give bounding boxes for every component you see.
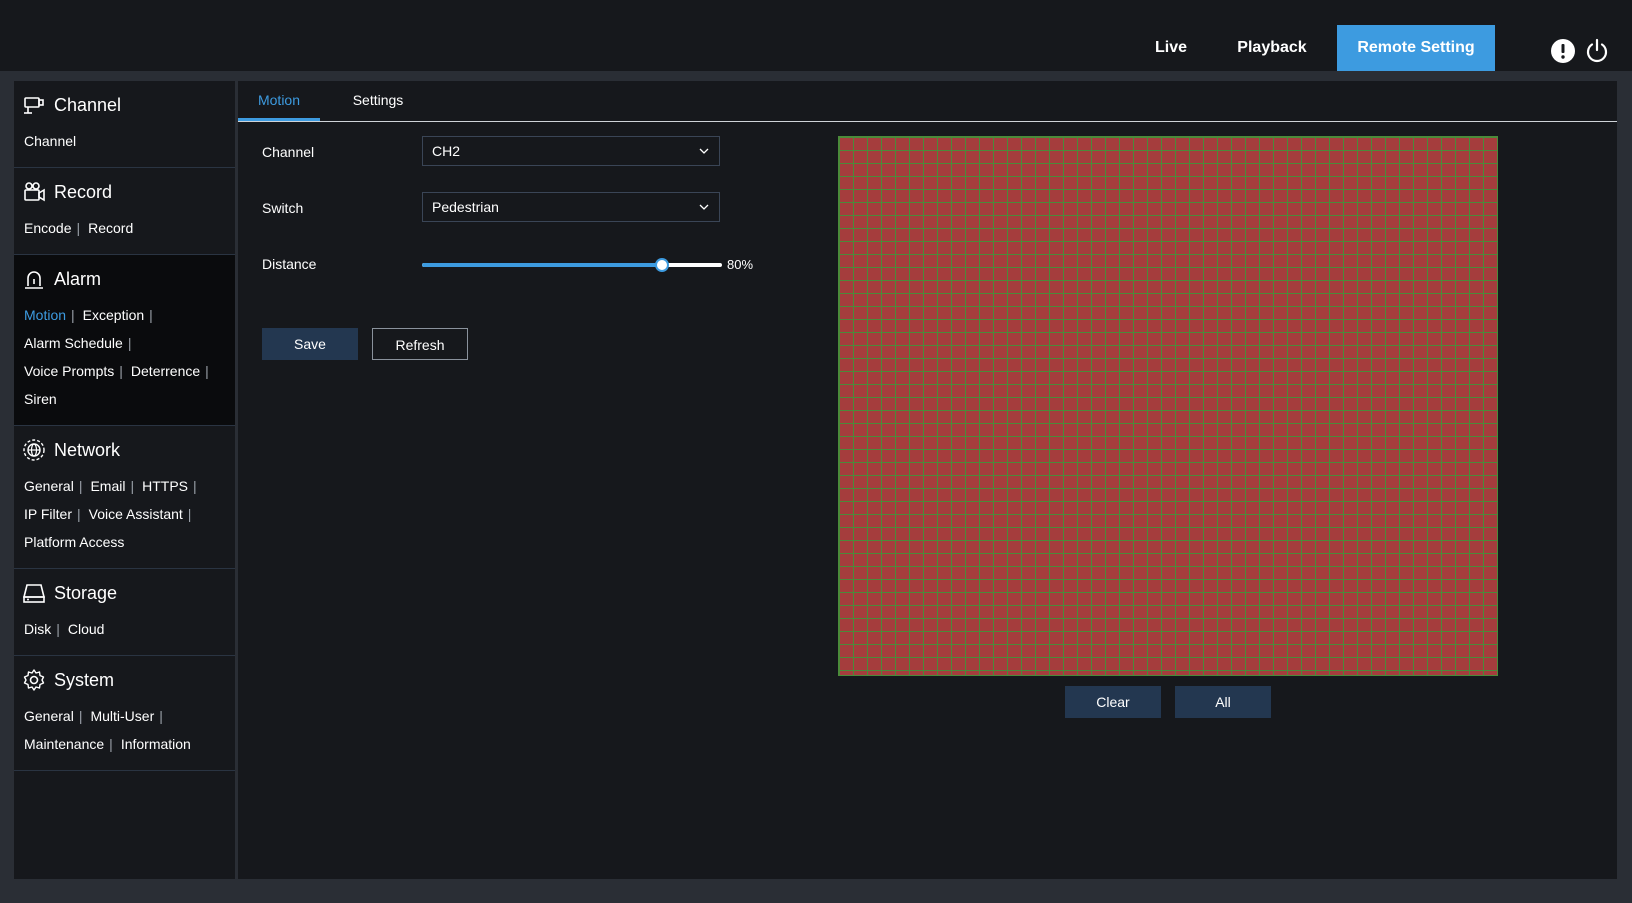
separator: | [130,478,135,494]
separator: | [76,506,81,522]
sidebar-item-cloud[interactable]: Cloud [68,621,105,637]
sidebar-item-encode[interactable]: Encode [24,220,71,236]
power-icon[interactable] [1584,38,1610,64]
save-button[interactable]: Save [262,328,358,360]
sidebar-section-channel: Channel Channel [14,81,235,168]
chevron-down-icon [699,204,709,210]
distance-value: 80% [727,257,754,272]
separator: | [78,708,83,724]
sidebar-item-email[interactable]: Email [90,478,125,494]
separator: | [78,478,83,494]
nav-live[interactable]: Live [1145,25,1197,71]
sidebar-title-network: Network [54,439,121,460]
distance-slider-fill [422,263,662,267]
distance-slider-thumb[interactable] [655,258,669,272]
switch-select[interactable]: Pedestrian [422,192,720,222]
nav-remote-setting[interactable]: Remote Setting [1337,25,1495,71]
separator: | [109,736,113,752]
sidebar-item-network-general[interactable]: General [24,478,74,494]
separator: | [193,478,197,494]
sidebar-item-information[interactable]: Information [121,736,191,752]
separator: | [76,220,81,236]
distance-label: Distance [262,256,317,272]
main-panel: Motion Settings Channel CH2 Switch Pedes… [238,81,1617,879]
channel-select-value: CH2 [432,143,461,159]
select-all-button[interactable]: All [1175,686,1271,718]
sidebar-item-channel[interactable]: Channel [24,133,76,149]
sidebar-section-network: Network General | Email | HTTPS | IP Filter | V… [14,426,235,569]
sidebar-section-record: Record Encode | Record [14,168,235,255]
camera-icon [24,97,44,114]
video-camera-icon [24,182,45,202]
info-icon[interactable] [1550,38,1576,64]
separator: | [187,506,192,522]
nav-playback[interactable]: Playback [1226,25,1318,71]
tab-bar: Motion Settings [238,81,1617,122]
sidebar: Channel Channel Record Encode | Record A… [14,81,235,879]
sidebar-item-multi-user[interactable]: Multi-User [90,708,154,724]
separator: | [119,363,123,379]
sidebar-section-alarm: Alarm Motion | Exception | Alarm Schedule | … [14,255,235,426]
sidebar-item-ip-filter[interactable]: IP Filter [24,506,72,522]
channel-label: Channel [262,144,315,160]
switch-label: Switch [262,200,304,216]
sidebar-title-channel: Channel [54,94,122,115]
sidebar-item-disk[interactable]: Disk [24,621,51,637]
alarm-siren-icon [25,271,43,289]
sidebar-item-system-general[interactable]: General [24,708,74,724]
separator: | [127,335,132,351]
sidebar-title-system: System [54,669,115,690]
chevron-down-icon [699,148,709,154]
separator: | [149,307,153,323]
sidebar-title-record: Record [54,181,113,202]
tab-motion[interactable]: Motion [238,81,320,121]
separator: | [205,363,209,379]
sidebar-item-voice-assistant[interactable]: Voice Assistant [89,506,183,522]
sidebar-item-siren[interactable]: Siren [24,391,57,407]
sidebar-item-record[interactable]: Record [88,220,133,236]
sidebar-title-alarm: Alarm [54,268,102,289]
sidebar-item-deterrence[interactable]: Deterrence [131,363,200,379]
sidebar-item-alarm-schedule[interactable]: Alarm Schedule [24,335,123,351]
sidebar-item-motion[interactable]: Motion [24,307,66,323]
motion-detection-grid[interactable] [838,136,1498,676]
sidebar-item-exception[interactable]: Exception [83,307,144,323]
distance-slider[interactable] [422,258,722,272]
sidebar-item-https[interactable]: HTTPS [142,478,188,494]
top-bar: Live Playback Remote Setting [0,0,1632,71]
tab-settings[interactable]: Settings [338,81,418,119]
sidebar-item-maintenance[interactable]: Maintenance [24,736,104,752]
clear-button[interactable]: Clear [1065,686,1161,718]
globe-icon [23,439,45,461]
sidebar-section-system: System General | Multi-User | Maintenance | I… [14,656,235,771]
sidebar-item-platform-access[interactable]: Platform Access [24,534,124,550]
refresh-button[interactable]: Refresh [372,328,468,360]
switch-select-value: Pedestrian [432,199,499,215]
hard-drive-icon [22,584,46,603]
sidebar-title-storage: Storage [54,582,118,603]
separator: | [159,708,163,724]
sidebar-item-voice-prompts[interactable]: Voice Prompts [24,363,114,379]
separator: | [71,307,75,323]
gear-icon [23,669,45,691]
channel-select[interactable]: CH2 [422,136,720,166]
sidebar-section-storage: Storage Disk | Cloud [14,569,235,656]
separator: | [56,621,60,637]
